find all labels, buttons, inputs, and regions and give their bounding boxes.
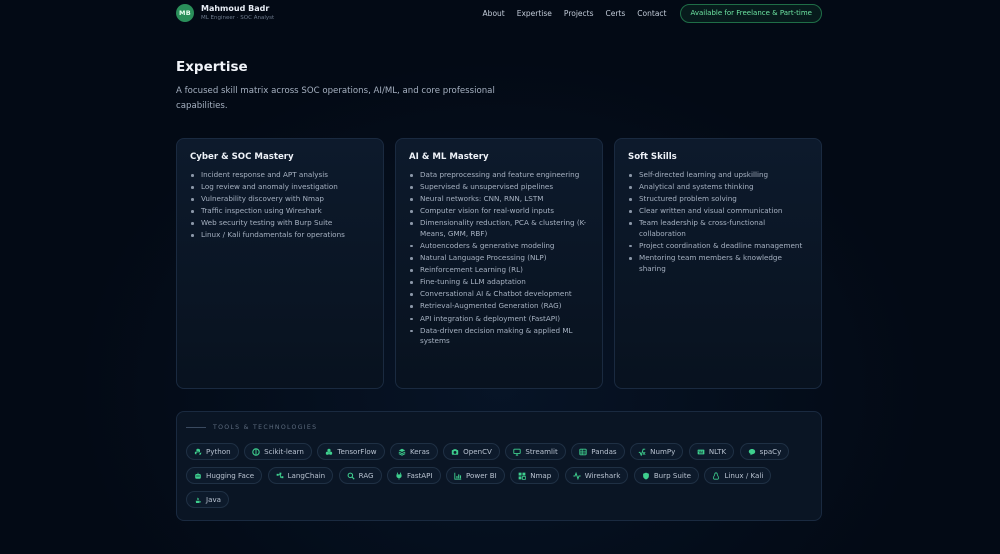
list-item: Team leadership & cross-functional colla…: [628, 218, 808, 239]
nav-link-expertise[interactable]: Expertise: [517, 9, 552, 18]
section-title: Expertise: [176, 59, 248, 75]
list-item: Log review and anomaly investigation: [190, 182, 370, 193]
chip-scikit-learn[interactable]: Scikit-learn: [244, 443, 312, 460]
list-item: Fine-tuning & LLM adaptation: [409, 277, 589, 288]
spacy-icon: [748, 448, 756, 456]
nav-link-projects[interactable]: Projects: [564, 9, 594, 18]
skill-list: Incident response and APT analysis Log r…: [190, 170, 370, 241]
tools-label: TOOLS & TECHNOLOGIES: [213, 423, 318, 431]
list-item: Mentoring team members & knowledge shari…: [628, 253, 808, 274]
nmap-icon: [518, 472, 526, 480]
list-item: Supervised & unsupervised pipelines: [409, 182, 589, 193]
chip-numpy[interactable]: NumPy: [630, 443, 684, 460]
list-item: Web security testing with Burp Suite: [190, 218, 370, 229]
brand[interactable]: MB Mahmoud Badr ML Engineer · SOC Analys…: [176, 4, 274, 22]
list-item: Clear written and visual communication: [628, 206, 808, 217]
burp-suite-icon: [642, 472, 650, 480]
skill-list: Self-directed learning and upskilling An…: [628, 170, 808, 274]
list-item: Self-directed learning and upskilling: [628, 170, 808, 181]
list-item: Conversational AI & Chatbot development: [409, 289, 589, 300]
tool-chips: Python Scikit-learn TensorFlow Keras Ope…: [186, 443, 812, 515]
availability-button[interactable]: Available for Freelance & Part-time: [680, 3, 822, 23]
java-icon: [194, 496, 202, 504]
chip-rag[interactable]: RAG: [338, 467, 382, 484]
list-item: Linux / Kali fundamentals for operations: [190, 230, 370, 241]
list-item: Natural Language Processing (NLP): [409, 253, 589, 264]
streamlit-icon: [513, 448, 522, 456]
power-bi-icon: [454, 472, 462, 480]
nltk-icon: [697, 448, 705, 456]
list-item: Autoencoders & generative modeling: [409, 241, 589, 252]
chip-wireshark[interactable]: Wireshark: [564, 467, 629, 484]
list-item: Vulnerability discovery with Nmap: [190, 194, 370, 205]
pandas-icon: [579, 448, 587, 456]
wireshark-icon: [573, 471, 581, 480]
site-header: MB Mahmoud Badr ML Engineer · SOC Analys…: [176, 0, 822, 26]
brand-name: Mahmoud Badr: [201, 4, 270, 13]
avatar: MB: [176, 4, 194, 22]
scikit-learn-icon: [252, 447, 260, 456]
list-item: Structured problem solving: [628, 194, 808, 205]
chip-power-bi[interactable]: Power BI: [446, 467, 505, 484]
nav-link-about[interactable]: About: [483, 9, 505, 18]
list-item: Traffic inspection using Wireshark: [190, 206, 370, 217]
chip-spacy[interactable]: spaCy: [739, 443, 790, 460]
tensorflow-icon: [325, 448, 333, 456]
card-cyber-soc: Cyber & SOC Mastery Incident response an…: [176, 138, 384, 389]
linux-icon: [712, 471, 720, 480]
list-item: API integration & deployment (FastAPI): [409, 314, 589, 325]
card-title: Soft Skills: [628, 152, 677, 162]
chip-keras[interactable]: Keras: [390, 443, 438, 460]
tools-panel: TOOLS & TECHNOLOGIES Python Scikit-learn…: [176, 411, 822, 521]
list-item: Computer vision for real-world inputs: [409, 206, 589, 217]
langchain-icon: [276, 472, 284, 480]
section-subtitle: A focused skill matrix across SOC operat…: [176, 86, 495, 111]
card-title: Cyber & SOC Mastery: [190, 152, 294, 162]
tools-header: TOOLS & TECHNOLOGIES: [186, 422, 812, 432]
chip-tensorflow[interactable]: TensorFlow: [317, 443, 385, 460]
card-ai-ml: AI & ML Mastery Data preprocessing and f…: [395, 138, 603, 389]
chip-pandas[interactable]: Pandas: [571, 443, 625, 460]
tools-divider: [186, 426, 206, 428]
list-item: Project coordination & deadline manageme…: [628, 241, 808, 252]
rag-icon: [347, 472, 355, 480]
list-item: Reinforcement Learning (RL): [409, 265, 589, 276]
main-nav: About Expertise Projects Certs Contact A…: [483, 3, 822, 23]
list-item: Dimensionality reduction, PCA & clusteri…: [409, 218, 589, 239]
chip-linux-kali[interactable]: Linux / Kali: [704, 467, 772, 484]
hugging-face-icon: [194, 472, 202, 480]
chip-burp-suite[interactable]: Burp Suite: [633, 467, 699, 484]
nav-link-contact[interactable]: Contact: [637, 9, 666, 18]
chip-nmap[interactable]: Nmap: [510, 467, 560, 484]
chip-hugging-face[interactable]: Hugging Face: [186, 467, 263, 484]
list-item: Incident response and APT analysis: [190, 170, 370, 181]
list-item: Data-driven decision making & applied ML…: [409, 326, 589, 347]
nav-link-certs[interactable]: Certs: [606, 9, 626, 18]
chip-streamlit[interactable]: Streamlit: [505, 443, 566, 460]
python-icon: [194, 448, 202, 456]
chip-java[interactable]: Java: [186, 491, 229, 508]
fastapi-icon: [395, 472, 403, 480]
list-item: Retrieval-Augmented Generation (RAG): [409, 301, 589, 312]
brand-role: ML Engineer · SOC Analyst: [201, 15, 275, 21]
keras-icon: [398, 448, 406, 456]
chip-python[interactable]: Python: [186, 443, 239, 460]
brand-text: Mahmoud Badr ML Engineer · SOC Analyst: [201, 4, 274, 22]
list-item: Data preprocessing and feature engineeri…: [409, 170, 589, 181]
numpy-icon: [638, 448, 646, 456]
list-item: Neural networks: CNN, RNN, LSTM: [409, 194, 589, 205]
chip-fastapi[interactable]: FastAPI: [387, 467, 441, 484]
chip-opencv[interactable]: OpenCV: [443, 443, 500, 460]
card-soft-skills: Soft Skills Self-directed learning and u…: [614, 138, 822, 389]
skill-list: Data preprocessing and feature engineeri…: [409, 170, 589, 347]
opencv-icon: [451, 448, 459, 456]
chip-nltk[interactable]: NLTK: [688, 443, 735, 460]
card-title: AI & ML Mastery: [409, 152, 489, 162]
chip-langchain[interactable]: LangChain: [267, 467, 334, 484]
list-item: Analytical and systems thinking: [628, 182, 808, 193]
